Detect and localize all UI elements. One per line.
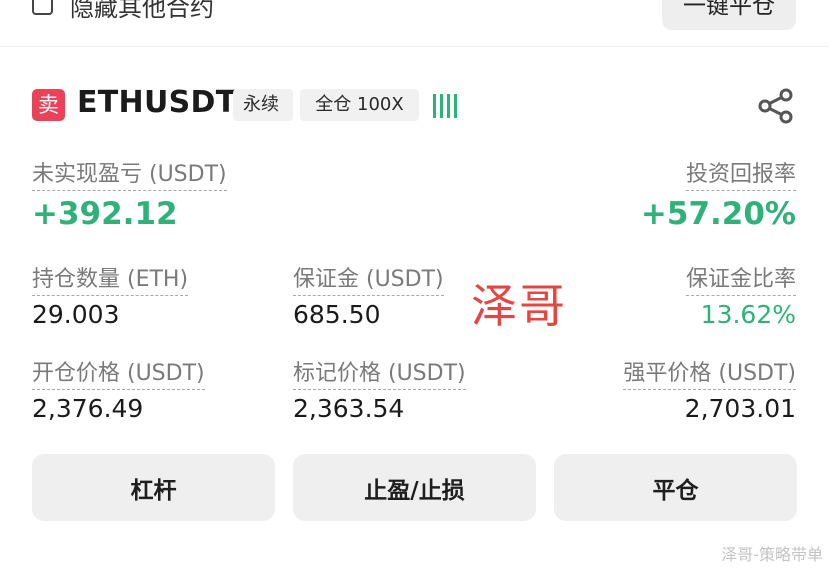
hide-others-label[interactable]: 隐藏其他合约	[70, 0, 214, 23]
leverage-button[interactable]: 杠杆	[32, 454, 275, 521]
roi-label[interactable]: 投资回报率	[685, 156, 796, 191]
source-watermark: 泽哥-策略带单	[721, 545, 823, 564]
margin-label[interactable]: 保证金 (USDT)	[293, 261, 444, 296]
mark-price-value: 2,363.54	[293, 394, 405, 423]
top-row: 隐藏其他合约 一键平仓	[0, 0, 829, 46]
size-value: 29.003	[32, 300, 120, 329]
entry-price-value: 2,376.49	[32, 394, 144, 423]
divider	[0, 46, 829, 47]
signal-bars-icon	[433, 94, 463, 118]
margin-mode-tag[interactable]: 全仓 100X	[300, 89, 419, 121]
share-icon[interactable]	[756, 86, 796, 126]
unrealized-pnl-value: +392.12	[32, 196, 178, 232]
unrealized-pnl-label[interactable]: 未实现盈亏 (USDT)	[32, 156, 227, 191]
symbol-label[interactable]: ETHUSDT	[77, 85, 237, 120]
red-watermark: 泽哥	[471, 279, 567, 333]
close-all-button[interactable]: 一键平仓	[662, 0, 796, 30]
liq-price-value: 2,703.01	[684, 394, 796, 423]
close-position-button[interactable]: 平仓	[554, 454, 797, 521]
tp-sl-button[interactable]: 止盈/止损	[293, 454, 536, 521]
liq-price-label[interactable]: 强平价格 (USDT)	[623, 355, 796, 390]
side-badge: 卖	[32, 89, 65, 121]
margin-value: 685.50	[293, 300, 381, 329]
mark-price-label[interactable]: 标记价格 (USDT)	[293, 355, 466, 390]
roi-value: +57.20%	[640, 196, 796, 232]
size-label[interactable]: 持仓数量 (ETH)	[32, 261, 189, 296]
margin-ratio-label[interactable]: 保证金比率	[685, 261, 796, 296]
margin-ratio-value: 13.62%	[700, 300, 796, 329]
contract-type-tag: 永续	[233, 89, 293, 121]
hide-others-checkbox[interactable]	[32, 0, 53, 15]
entry-price-label[interactable]: 开仓价格 (USDT)	[32, 355, 205, 390]
